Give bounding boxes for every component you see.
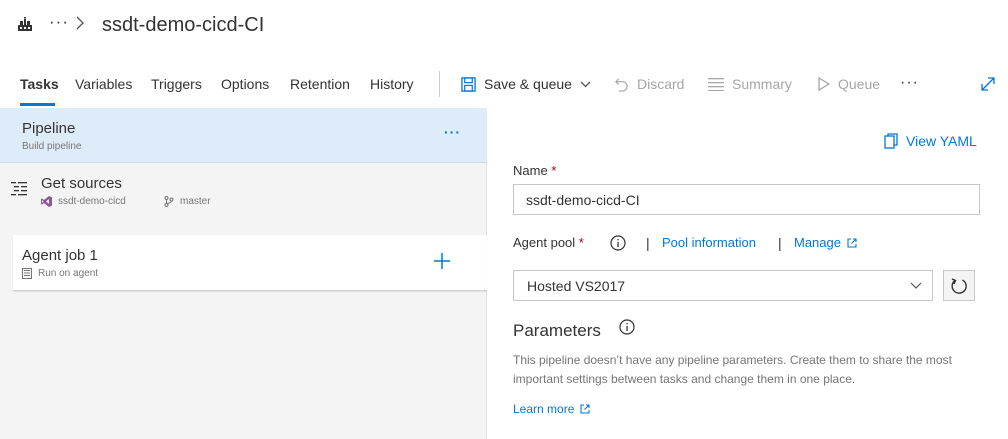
discard-button[interactable]: Discard	[614, 73, 684, 95]
agent-job-subtitle-wrap: Run on agent	[22, 267, 98, 280]
expand-icon[interactable]	[980, 76, 996, 97]
process-tree-panel: Pipeline Build pipeline ··· Get sources	[0, 108, 487, 439]
build-pipeline-editor: ··· ssdt-demo-cicd-CI Tasks Variables Tr…	[0, 0, 1008, 439]
view-yaml-link[interactable]: View YAML	[884, 132, 977, 150]
toolbar-more-button[interactable]: ···	[900, 74, 919, 92]
chevron-down-icon	[580, 81, 591, 87]
tab-tasks[interactable]: Tasks	[20, 75, 59, 93]
external-link-icon	[847, 238, 857, 248]
breadcrumb-more-button[interactable]: ···	[49, 11, 69, 33]
tab-history[interactable]: History	[370, 75, 414, 93]
get-sources-title: Get sources	[41, 175, 122, 192]
required-marker: *	[578, 235, 584, 250]
server-icon	[22, 268, 32, 279]
learn-more-label: Learn more	[513, 402, 575, 416]
manage-link[interactable]: Manage	[794, 235, 857, 251]
link-separator: |	[646, 235, 650, 251]
queue-label: Queue	[838, 76, 881, 92]
discard-label: Discard	[637, 76, 685, 92]
header: ··· ssdt-demo-cicd-CI	[0, 0, 1008, 52]
source-branch: master	[164, 195, 211, 208]
tab-triggers[interactable]: Triggers	[151, 75, 202, 93]
summary-label: Summary	[732, 76, 792, 92]
pipeline-details-panel: View YAML Name * Agent pool * | Pool inf…	[488, 108, 1008, 439]
manage-link-label: Manage	[794, 235, 841, 250]
queue-button[interactable]: Queue	[818, 73, 880, 95]
parameters-info-icon[interactable]	[619, 319, 635, 340]
learn-more-link[interactable]: Learn more	[513, 401, 590, 417]
toolbar-divider	[439, 71, 440, 97]
pipeline-name-input[interactable]	[513, 184, 980, 215]
pipeline-node[interactable]: Pipeline Build pipeline ···	[0, 108, 487, 163]
summary-button[interactable]: Summary	[708, 73, 792, 95]
tab-retention[interactable]: Retention	[290, 75, 350, 93]
parameters-description: This pipeline doesn’t have any pipeline …	[513, 353, 952, 386]
toolbar: Tasks Variables Triggers Options Retenti…	[0, 62, 1008, 108]
save-and-queue-label: Save & queue	[484, 76, 572, 92]
pipeline-more-button[interactable]: ···	[444, 123, 461, 141]
add-task-button[interactable]	[432, 251, 452, 276]
save-and-queue-button[interactable]: Save & queue	[461, 73, 591, 95]
branch-icon	[164, 196, 174, 207]
undo-icon	[615, 77, 628, 92]
plus-icon	[434, 253, 450, 269]
visual-studio-icon	[41, 196, 52, 207]
page-title: ssdt-demo-cicd-CI	[102, 14, 265, 36]
repository-name: ssdt-demo-cicd	[58, 196, 126, 207]
link-separator: |	[778, 235, 782, 251]
agent-pool-info-icon[interactable]	[610, 235, 626, 256]
play-icon	[818, 77, 830, 91]
agent-job-node[interactable]: Agent job 1 Run on agent	[13, 235, 487, 291]
required-marker: *	[551, 163, 557, 178]
name-label: Name *	[513, 163, 556, 179]
source-repository: ssdt-demo-cicd	[41, 195, 126, 208]
agent-job-subtitle: Run on agent	[38, 268, 99, 279]
chevron-down-icon	[910, 282, 922, 289]
get-sources-icon	[11, 182, 27, 201]
get-sources-node[interactable]: Get sources ssdt-demo-cicd master	[0, 164, 487, 234]
pipeline-app-icon[interactable]	[17, 16, 33, 32]
active-tab-indicator	[20, 103, 55, 106]
pipeline-subtitle: Build pipeline	[22, 141, 82, 152]
list-icon	[708, 78, 724, 91]
pool-information-link[interactable]: Pool information	[662, 235, 756, 251]
chevron-right-icon	[75, 16, 85, 30]
view-yaml-label: View YAML	[906, 133, 977, 149]
agent-pool-label-text: Agent pool	[513, 235, 576, 250]
agent-pool-label: Agent pool *	[513, 235, 584, 251]
tab-variables[interactable]: Variables	[75, 75, 132, 93]
tab-options[interactable]: Options	[221, 75, 269, 93]
branch-name: master	[180, 196, 211, 207]
external-link-icon	[580, 404, 590, 414]
save-icon	[461, 76, 476, 92]
agent-job-title: Agent job 1	[22, 247, 98, 264]
refresh-pools-button[interactable]	[943, 270, 975, 301]
agent-pool-selected-value: Hosted VS2017	[527, 278, 626, 294]
name-label-text: Name	[513, 163, 548, 178]
pipeline-title: Pipeline	[22, 120, 76, 137]
refresh-icon	[951, 277, 967, 294]
clipboard-icon	[884, 133, 898, 149]
parameters-heading: Parameters	[513, 321, 601, 340]
agent-pool-dropdown[interactable]: Hosted VS2017	[513, 270, 933, 301]
